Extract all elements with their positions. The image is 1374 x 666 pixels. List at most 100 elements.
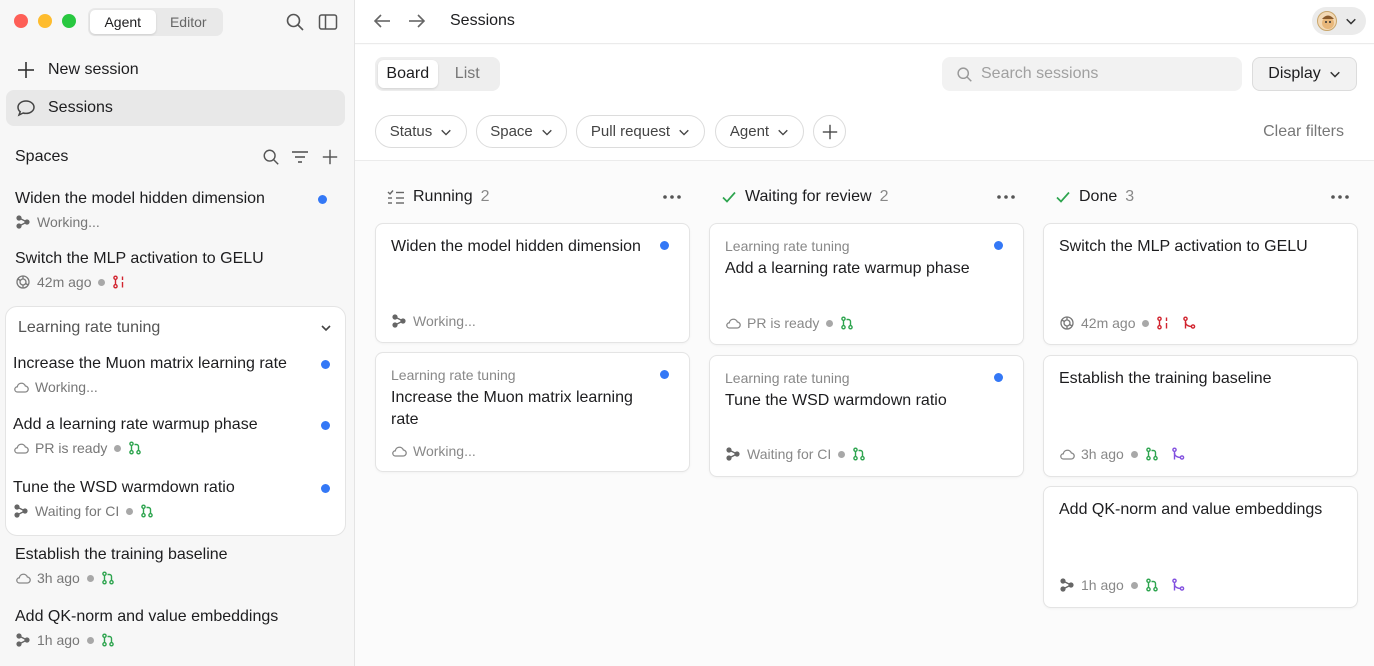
session-status: Waiting for CI bbox=[35, 503, 120, 519]
card-title: Switch the MLP activation to GELU bbox=[1059, 238, 1308, 255]
main-area: Sessions Board List Display Status Space bbox=[355, 0, 1374, 666]
clear-filters-link[interactable]: Clear filters bbox=[1263, 123, 1344, 141]
display-button[interactable]: Display bbox=[1252, 57, 1357, 91]
status-filter-button[interactable]: Status bbox=[375, 115, 467, 148]
card-meta: PR is ready bbox=[725, 315, 860, 331]
close-window-button[interactable] bbox=[14, 14, 28, 28]
card-title: Increase the Muon matrix learning rate bbox=[391, 389, 633, 428]
filter-label: Agent bbox=[729, 123, 770, 140]
column-title: Running bbox=[413, 188, 473, 205]
space-group-header[interactable]: Learning rate tuning bbox=[18, 319, 333, 337]
tab-editor[interactable]: Editor bbox=[156, 10, 222, 34]
session-meta: 1h ago bbox=[15, 632, 335, 648]
tab-list[interactable]: List bbox=[438, 60, 498, 88]
search-icon[interactable] bbox=[285, 12, 305, 32]
spaces-title: Spaces bbox=[15, 148, 69, 165]
chevron-down-icon bbox=[441, 129, 452, 136]
session-title: Tune the WSD warmdown ratio bbox=[13, 479, 235, 496]
agent-icon bbox=[726, 447, 740, 461]
session-card[interactable]: Switch the MLP activation to GELU 42m ag… bbox=[1043, 223, 1358, 345]
filter-icon[interactable] bbox=[290, 148, 310, 166]
spaces-header: Spaces bbox=[15, 145, 340, 169]
list-item[interactable]: Widen the model hidden dimension Working… bbox=[15, 190, 335, 230]
more-icon[interactable] bbox=[1330, 194, 1350, 200]
chevron-down-icon bbox=[1346, 18, 1356, 25]
checkmark-icon bbox=[722, 191, 736, 203]
separator-dot bbox=[826, 319, 834, 327]
chevron-down-icon[interactable] bbox=[319, 321, 333, 335]
session-card[interactable]: Learning rate tuning Tune the WSD warmdo… bbox=[709, 355, 1024, 477]
tab-board[interactable]: Board bbox=[378, 60, 438, 88]
merge-icon bbox=[1172, 578, 1185, 591]
toolbar: Board List Display Status Space Pull req… bbox=[355, 45, 1374, 161]
list-item[interactable]: Add QK-norm and value embeddings 1h ago bbox=[15, 608, 335, 648]
pull-request-icon bbox=[841, 316, 854, 330]
session-card[interactable]: Learning rate tuning Increase the Muon m… bbox=[375, 352, 690, 472]
card-space: Learning rate tuning bbox=[725, 238, 850, 254]
mode-switch: Agent Editor bbox=[88, 8, 223, 36]
chevron-down-icon bbox=[679, 129, 689, 136]
search-box bbox=[942, 57, 1242, 91]
session-card[interactable]: Learning rate tuning Add a learning rate… bbox=[709, 223, 1024, 345]
checklist-icon bbox=[387, 190, 404, 204]
sidebar-toggle-icon[interactable] bbox=[318, 12, 338, 32]
session-card[interactable]: Add QK-norm and value embeddings 1h ago bbox=[1043, 486, 1358, 608]
card-meta: 42m ago bbox=[1059, 315, 1196, 331]
new-session-button[interactable]: New session bbox=[6, 52, 345, 88]
column-count: 2 bbox=[879, 188, 889, 205]
column-header: Waiting for review 2 bbox=[721, 186, 1016, 208]
account-menu-button[interactable] bbox=[1312, 7, 1366, 35]
card-meta: 3h ago bbox=[1059, 446, 1185, 462]
list-item[interactable]: Increase the Muon matrix learning rate W… bbox=[13, 355, 333, 395]
column-title: Waiting for review bbox=[745, 188, 872, 205]
space-filter-button[interactable]: Space bbox=[476, 115, 567, 148]
topbar: Sessions bbox=[355, 0, 1374, 44]
list-item[interactable]: Switch the MLP activation to GELU 42m ag… bbox=[15, 250, 335, 290]
chevron-down-icon bbox=[541, 129, 552, 136]
forward-arrow-icon[interactable] bbox=[407, 12, 427, 30]
separator-dot bbox=[838, 450, 846, 458]
unread-dot bbox=[318, 195, 327, 204]
card-status: Working... bbox=[413, 313, 476, 329]
agent-filter-button[interactable]: Agent bbox=[715, 115, 804, 148]
search-icon[interactable] bbox=[262, 148, 280, 166]
plus-icon[interactable] bbox=[320, 148, 340, 166]
sidebar-item-sessions[interactable]: Sessions bbox=[6, 90, 345, 126]
plus-icon bbox=[822, 124, 837, 139]
column-count: 2 bbox=[480, 188, 490, 205]
agent-icon bbox=[14, 504, 28, 518]
search-input[interactable] bbox=[981, 65, 1221, 83]
card-meta: 1h ago bbox=[1059, 577, 1185, 593]
minimize-window-button[interactable] bbox=[38, 14, 52, 28]
list-item[interactable]: Add a learning rate warmup phase PR is r… bbox=[13, 416, 333, 456]
cloud-icon bbox=[392, 446, 407, 457]
pull-request-icon bbox=[102, 571, 114, 585]
pull-request-filter-button[interactable]: Pull request bbox=[576, 115, 705, 148]
agent-icon bbox=[1060, 578, 1074, 592]
separator-dot bbox=[1142, 319, 1150, 327]
filter-label: Space bbox=[490, 123, 533, 140]
tab-agent[interactable]: Agent bbox=[90, 10, 156, 34]
separator-dot bbox=[126, 507, 134, 515]
more-icon[interactable] bbox=[996, 194, 1016, 200]
chevron-down-icon bbox=[1329, 71, 1340, 78]
view-switch: Board List bbox=[375, 57, 500, 91]
agent-icon bbox=[16, 633, 30, 647]
session-title: Add a learning rate warmup phase bbox=[13, 416, 258, 433]
add-filter-button[interactable] bbox=[813, 115, 846, 148]
session-card[interactable]: Establish the training baseline 3h ago bbox=[1043, 355, 1358, 477]
pull-request-icon bbox=[1146, 447, 1158, 461]
more-icon[interactable] bbox=[662, 194, 682, 200]
pull-request-icon bbox=[853, 447, 866, 461]
agent-icon bbox=[16, 215, 30, 229]
session-title: Switch the MLP activation to GELU bbox=[15, 250, 264, 267]
session-meta: Working... bbox=[13, 379, 333, 395]
unread-dot bbox=[994, 373, 1003, 382]
card-status: 1h ago bbox=[1081, 577, 1124, 593]
list-item[interactable]: Establish the training baseline 3h ago bbox=[15, 546, 335, 586]
session-card[interactable]: Widen the model hidden dimension Working… bbox=[375, 223, 690, 343]
zoom-window-button[interactable] bbox=[62, 14, 76, 28]
plus-icon bbox=[18, 62, 34, 78]
list-item[interactable]: Tune the WSD warmdown ratio Waiting for … bbox=[13, 479, 333, 519]
back-arrow-icon[interactable] bbox=[372, 12, 392, 30]
